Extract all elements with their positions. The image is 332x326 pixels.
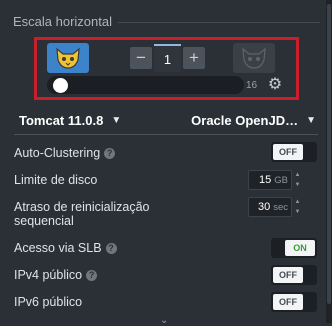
slider-handle[interactable] [53, 78, 68, 93]
node-tile-active[interactable] [47, 43, 89, 73]
scrollbar-thumb[interactable] [327, 4, 331, 304]
toggle-knob: OFF [273, 144, 303, 160]
slb-access-toggle[interactable]: ON [271, 238, 317, 258]
restart-delay-label-line1: Atraso de reinicialização [14, 200, 150, 214]
stack-selectors: Tomcat 11.0.8 ▼ Oracle OpenJD… ▼ [14, 109, 318, 135]
java-engine-dropdown[interactable]: Oracle OpenJD… ▼ [191, 109, 316, 131]
ipv6-toggle[interactable]: OFF [271, 292, 317, 312]
toggle-knob: OFF [273, 267, 303, 283]
restart-delay-label-line2: sequencial [14, 214, 74, 228]
spin-up-icon[interactable]: ▲ [293, 197, 302, 207]
ipv4-toggle[interactable]: OFF [271, 265, 317, 285]
caret-down-icon: ▼ [111, 114, 122, 126]
slb-access-row: Acesso via SLB ? [14, 237, 117, 259]
node-count-input[interactable]: 1 [154, 44, 181, 72]
tomcat-cat-ghost-icon [242, 47, 266, 69]
slider-max-label: 16 [246, 80, 258, 91]
slb-access-label: Acesso via SLB [14, 241, 102, 255]
disk-limit-spinner[interactable]: ▲ ▼ [293, 170, 302, 190]
toggle-knob: OFF [273, 294, 303, 310]
server-version-label: Tomcat 11.0.8 [19, 112, 104, 128]
disk-limit-value: 15 [259, 174, 272, 186]
help-icon[interactable]: ? [105, 242, 117, 254]
auto-clustering-toggle[interactable]: OFF [271, 142, 317, 162]
ipv6-label: IPv6 público [14, 295, 83, 309]
help-icon[interactable]: ? [86, 269, 98, 281]
server-version-dropdown[interactable]: Tomcat 11.0.8 ▼ [19, 109, 121, 131]
horizontal-scaling-panel: − 1 + 16 ⚙ [34, 37, 299, 100]
spin-down-icon[interactable]: ▼ [293, 180, 302, 190]
help-icon[interactable]: ? [104, 147, 116, 159]
section-divider [118, 22, 320, 23]
restart-delay-input[interactable]: 30 sec [248, 197, 292, 217]
caret-down-icon: ▼ [306, 114, 316, 126]
chevron-down-icon[interactable]: ⌄ [160, 315, 168, 326]
auto-clustering-row: Auto-Clustering ? [14, 142, 116, 164]
node-count-slider[interactable] [47, 76, 244, 94]
disk-limit-row: Limite de disco [14, 169, 97, 191]
scrollbar[interactable] [326, 0, 332, 323]
section-title: Escala horizontal [13, 14, 112, 29]
disk-limit-unit: GB [274, 174, 288, 186]
spin-down-icon[interactable]: ▼ [293, 207, 302, 217]
ipv4-label: IPv4 público [14, 268, 83, 282]
toggle-knob: ON [285, 240, 315, 256]
selectors-divider [14, 134, 318, 135]
java-engine-label: Oracle OpenJD… [191, 112, 299, 128]
restart-delay-unit: sec [273, 201, 288, 213]
ipv6-row: IPv6 público [14, 291, 82, 313]
ipv4-row: IPv4 público ? [14, 264, 98, 286]
tomcat-cat-icon [56, 47, 80, 69]
auto-clustering-label: Auto-Clustering [14, 146, 101, 160]
disk-limit-input[interactable]: 15 GB [248, 170, 292, 190]
restart-delay-spinner[interactable]: ▲ ▼ [293, 197, 302, 217]
spin-up-icon[interactable]: ▲ [293, 170, 302, 180]
increment-button[interactable]: + [183, 47, 205, 69]
restart-delay-row: Atraso de reinicialização sequencial [14, 197, 150, 231]
decrement-button[interactable]: − [130, 47, 152, 69]
node-tile-ghost[interactable] [233, 43, 275, 73]
disk-limit-label: Limite de disco [14, 173, 98, 187]
gear-icon[interactable]: ⚙ [267, 77, 283, 93]
restart-delay-value: 30 [257, 201, 271, 213]
